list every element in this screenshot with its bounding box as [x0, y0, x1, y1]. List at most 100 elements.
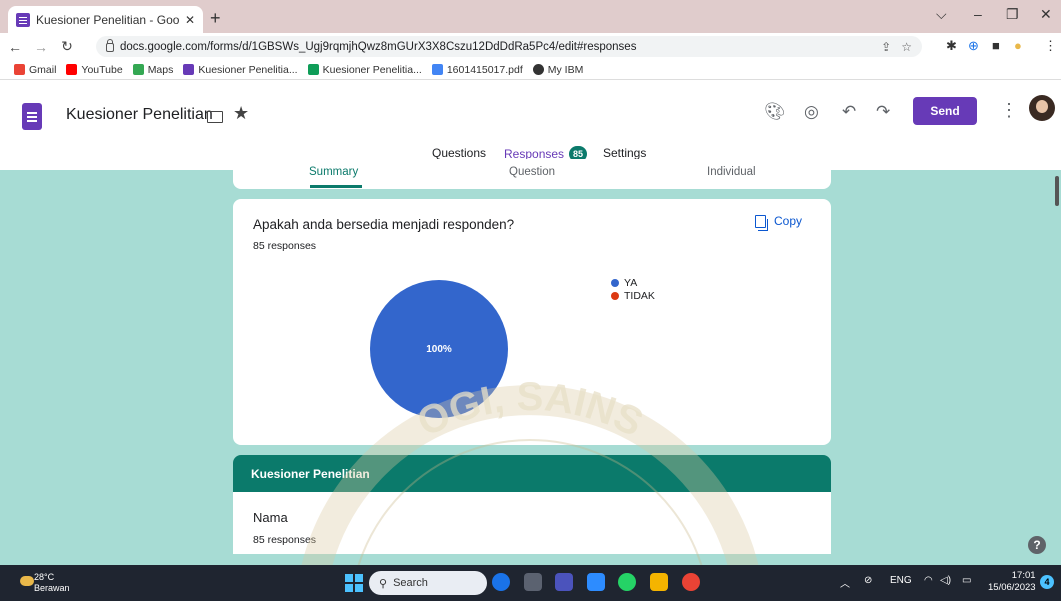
- wifi-icon[interactable]: ◠: [924, 575, 933, 586]
- legend-label: TIDAK: [624, 289, 655, 302]
- maps-icon: [132, 64, 144, 75]
- youtube-icon: [66, 64, 78, 75]
- question-title: Apakah anda bersedia menjadi responden?: [253, 217, 515, 232]
- restore-button[interactable]: ❐: [1006, 6, 1019, 23]
- responses-subtabs: Summary Question Individual: [233, 159, 831, 189]
- tab-settings[interactable]: Settings: [603, 146, 646, 160]
- forward-arrow-icon[interactable]: →: [30, 39, 52, 55]
- reload-icon[interactable]: ↻: [56, 38, 78, 55]
- undo-icon[interactable]: ↶: [842, 102, 856, 122]
- more-options-icon[interactable]: ⋮: [1000, 100, 1018, 121]
- bookmark-pdf[interactable]: 1601415017.pdf: [431, 64, 523, 76]
- redo-icon[interactable]: ↷: [876, 102, 890, 122]
- bookmark-my-ibm[interactable]: My IBM: [532, 64, 583, 76]
- star-icon[interactable]: ★: [233, 103, 249, 124]
- response-count: 85 responses: [253, 534, 317, 546]
- chrome-menu-icon[interactable]: ⋮: [1044, 38, 1057, 54]
- forms-header: Kuesioner Penelitian ★ 🎨︎ ◎ ↶ ↷ Send ⋮ Q…: [0, 80, 1061, 170]
- preview-eye-icon[interactable]: ◎: [804, 102, 819, 122]
- minimize-button[interactable]: –: [974, 6, 982, 22]
- search-icon: ⚲: [379, 577, 388, 590]
- notification-badge[interactable]: 4: [1040, 575, 1054, 589]
- new-tab-button[interactable]: +: [210, 8, 221, 29]
- google-forms-logo-icon[interactable]: [22, 103, 42, 130]
- legend-dot: [611, 291, 619, 300]
- language-indicator[interactable]: ENG: [890, 575, 912, 586]
- side-panel-icon[interactable]: ■: [992, 38, 1000, 53]
- profile-icon[interactable]: ●: [1014, 38, 1022, 53]
- back-arrow-icon[interactable]: ←: [4, 39, 26, 55]
- browser-tab[interactable]: Kuesioner Penelitian - Google Fo ✕: [8, 6, 203, 33]
- bookmark-kuesioner-forms[interactable]: Kuesioner Penelitia...: [183, 64, 298, 76]
- windows-start-icon[interactable]: [345, 574, 363, 592]
- legend-dot: [611, 278, 619, 287]
- bookmark-maps[interactable]: Maps: [132, 64, 173, 76]
- chart-legend: YA TIDAK: [611, 276, 655, 302]
- url-text: docs.google.com/forms/d/1GBSWs_Ugj9rqmjh…: [120, 40, 637, 53]
- bookmark-youtube[interactable]: YouTube: [66, 64, 123, 76]
- zoom-icon[interactable]: [587, 573, 605, 591]
- question-summary-card: Nama 85 responses: [233, 492, 831, 554]
- scrollbar-thumb[interactable]: [1055, 176, 1059, 206]
- legend-label: YA: [624, 276, 638, 289]
- active-subtab-indicator: [310, 185, 362, 188]
- date: 15/06/2023: [988, 582, 1036, 593]
- close-window-button[interactable]: ✕: [1040, 6, 1052, 23]
- question-summary-card: Apakah anda bersedia menjadi responden? …: [233, 199, 831, 445]
- bookmark-kuesioner-sheets[interactable]: Kuesioner Penelitia...: [307, 64, 422, 76]
- sheets-icon: [307, 64, 319, 75]
- bookmark-gmail[interactable]: Gmail: [14, 64, 56, 76]
- tab-title: Kuesioner Penelitian - Google Fo: [36, 12, 179, 27]
- tab-search-chevron-icon[interactable]: ⌵: [936, 6, 947, 23]
- battery-icon[interactable]: ▭: [962, 575, 971, 586]
- subtab-question[interactable]: Question: [509, 166, 555, 178]
- lock-icon[interactable]: [106, 39, 114, 52]
- taskbar-search[interactable]: ⚲ Search: [369, 571, 487, 595]
- tab-close-icon[interactable]: ✕: [185, 13, 195, 27]
- teams-icon[interactable]: [555, 573, 573, 591]
- folder-icon[interactable]: [207, 111, 223, 123]
- legend-item-tidak[interactable]: TIDAK: [611, 289, 655, 302]
- windows-taskbar: 28°C Berawan ⚲ Search ︿ ⊘ ENG ◠ ◁) ▭ 17:…: [0, 565, 1061, 601]
- address-bar[interactable]: docs.google.com/forms/d/1GBSWs_Ugj9rqmjh…: [96, 36, 922, 57]
- avatar[interactable]: [1029, 95, 1055, 121]
- folder-taskbar-icon[interactable]: [650, 573, 668, 591]
- globe-icon: [532, 64, 544, 75]
- tray-chevron-icon[interactable]: ︿: [840, 575, 850, 590]
- copy-chart-button[interactable]: Copy: [755, 214, 802, 231]
- section-header: Kuesioner Penelitian: [233, 455, 831, 493]
- bookmark-star-icon[interactable]: ☆: [901, 40, 912, 54]
- pie-chart: 100%: [370, 280, 508, 418]
- extensions-puzzle-icon[interactable]: ✱: [946, 38, 957, 54]
- tray-app-icon[interactable]: ⊘: [864, 575, 872, 586]
- download-icon[interactable]: ⊕: [968, 38, 979, 54]
- cloud-sun-icon: [20, 576, 34, 586]
- send-button[interactable]: Send: [913, 97, 977, 125]
- browser-toolbar: ← → ↻ docs.google.com/forms/d/1GBSWs_Ugj…: [0, 33, 1061, 60]
- bookmarks-bar: Gmail YouTube Maps Kuesioner Penelitia..…: [0, 60, 1061, 80]
- legend-item-ya[interactable]: YA: [611, 276, 655, 289]
- time: 17:01: [1011, 570, 1036, 581]
- volume-icon[interactable]: ◁): [940, 575, 951, 586]
- weather-widget[interactable]: 28°C Berawan: [18, 572, 70, 594]
- form-title[interactable]: Kuesioner Penelitian: [66, 106, 213, 124]
- tab-questions[interactable]: Questions: [432, 146, 486, 160]
- clock[interactable]: 17:01 15/06/2023: [988, 570, 1036, 594]
- temperature: 28°C: [34, 572, 55, 582]
- help-icon[interactable]: ?: [1028, 536, 1046, 554]
- copy-icon: [755, 214, 768, 231]
- subtab-individual[interactable]: Individual: [707, 166, 756, 178]
- gmail-icon: [14, 64, 25, 75]
- chrome-icon[interactable]: [682, 573, 700, 591]
- response-count: 85 responses: [253, 240, 317, 252]
- pie-data-label: 100%: [426, 344, 452, 355]
- google-forms-favicon-icon: [16, 12, 30, 27]
- share-icon[interactable]: ⇪: [881, 40, 891, 54]
- weather-condition: Berawan: [34, 583, 70, 593]
- bing-icon[interactable]: [492, 573, 510, 591]
- whatsapp-icon[interactable]: [618, 573, 636, 591]
- file-explorer-icon[interactable]: [524, 573, 542, 591]
- forms-icon: [183, 64, 195, 75]
- subtab-summary[interactable]: Summary: [309, 166, 358, 178]
- palette-icon[interactable]: 🎨︎: [764, 102, 786, 122]
